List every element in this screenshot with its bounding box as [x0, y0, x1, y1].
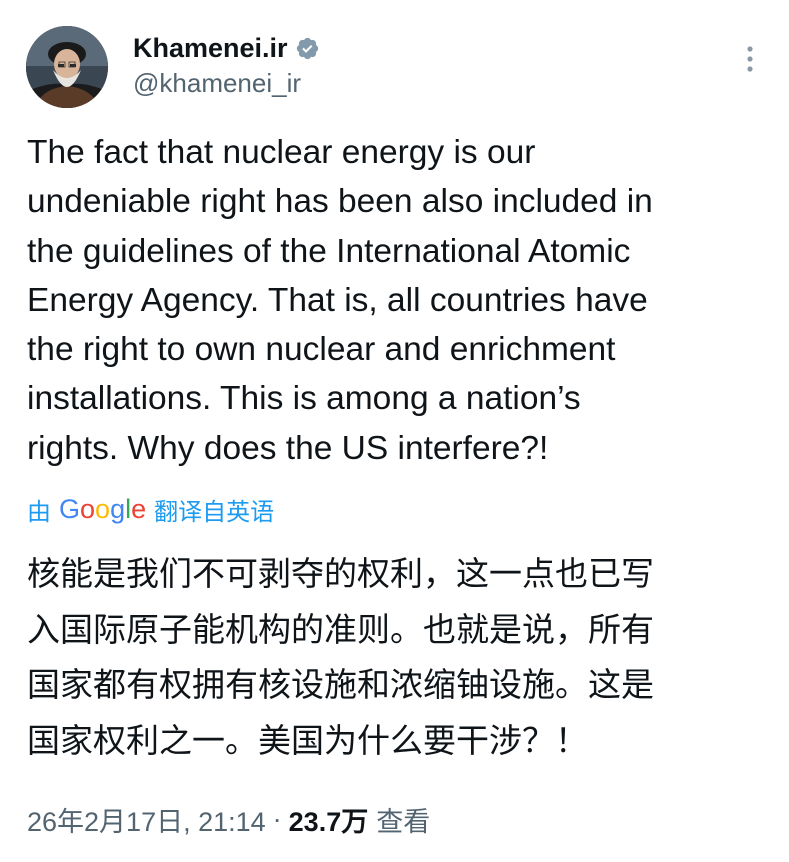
- tweet-text-line: the guidelines of the International Atom…: [27, 232, 631, 270]
- translated-text-line: 国家权利之一。美国为什么要干涉？！: [27, 720, 588, 760]
- tweet-text-line: the right to own nuclear and enrichment: [27, 331, 616, 369]
- tweet-text-line: The fact that nuclear energy is our: [27, 134, 536, 171]
- author-handle[interactable]: @khamenei_ir: [133, 68, 301, 99]
- tweet-text-line: undeniable right has been also included …: [27, 183, 653, 221]
- avatar-portrait-icon: [26, 26, 108, 108]
- tweet-meta-row: 26年2月17日, 21:14 · 23.7万 查看: [27, 797, 430, 841]
- translated-text-line: 入国际原子能机构的准则。也就是说，所有: [27, 609, 654, 649]
- verified-badge-icon: [295, 36, 320, 61]
- translation-attribution-link[interactable]: 由 Google 翻译自英语: [27, 489, 274, 529]
- translated-text-line: 核能是我们不可剥夺的权利，这一点也已写: [27, 554, 654, 593]
- tweet-timestamp[interactable]: 26年2月17日, 21:14: [27, 800, 266, 839]
- translated-tweet-body: 核能是我们不可剥夺的权利，这一点也已写 入国际原子能机构的准则。也就是说，所有 …: [27, 546, 767, 768]
- avatar[interactable]: [26, 26, 108, 108]
- vertical-ellipsis-icon: [747, 46, 753, 72]
- google-logo: Google: [59, 493, 147, 524]
- tweet-text-line: Energy Agency. That is, all countries ha…: [27, 281, 648, 319]
- more-options-button[interactable]: [738, 44, 762, 74]
- meta-separator: ·: [272, 803, 282, 834]
- tweet-text-line: rights. Why does the US interfere?!: [27, 429, 549, 467]
- views-label[interactable]: 查看: [376, 800, 430, 839]
- author-name-row[interactable]: Khamenei.ir: [133, 30, 320, 66]
- translation-prefix: 由: [27, 498, 51, 526]
- views-count[interactable]: 23.7万: [289, 800, 369, 839]
- tweet-body: The fact that nuclear energy is our unde…: [27, 128, 767, 473]
- tweet-header: Khamenei.ir @khamenei_ir: [0, 0, 789, 120]
- author-display-name[interactable]: Khamenei.ir: [133, 33, 288, 64]
- tweet-text-line: installations. This is among a nation’s: [27, 380, 581, 418]
- translation-suffix: 翻译自英语: [154, 498, 275, 526]
- translated-text-line: 国家都有权拥有核设施和浓缩铀设施。这是: [27, 665, 654, 704]
